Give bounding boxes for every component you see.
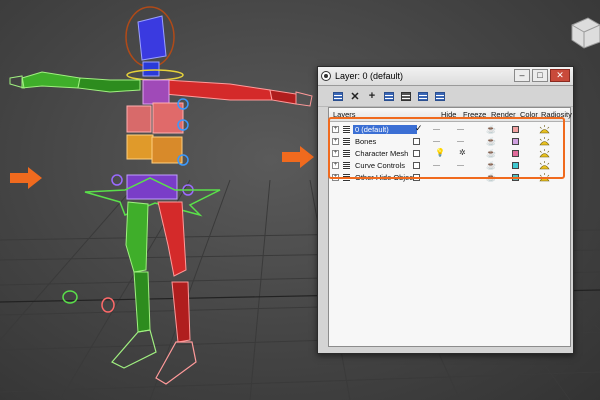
select-objects-icon[interactable] (383, 90, 395, 102)
layer-name[interactable]: Curve Controls (353, 161, 407, 170)
layer-row[interactable]: + Bones — — ☕ (329, 136, 570, 148)
active-layer-checkbox[interactable] (413, 174, 420, 181)
col-layers[interactable]: Layers (333, 110, 356, 119)
highlight-selected-icon[interactable] (400, 90, 412, 102)
dialog-title: Layer: 0 (default) (335, 71, 404, 81)
hide-bulb-icon[interactable]: 💡 (435, 148, 445, 157)
layer-color-swatch[interactable] (512, 150, 519, 157)
radiosity-icon[interactable] (539, 149, 550, 158)
layer-toolbar: ✕ + (318, 86, 573, 107)
active-layer-checkbox[interactable] (413, 162, 420, 169)
hide-toggle-icon[interactable]: — (433, 126, 440, 133)
layer-name[interactable]: 0 (default) (353, 125, 417, 134)
layer-dialog[interactable]: Layer: 0 (default) – □ ✕ ✕ + Layers Hide… (317, 66, 574, 354)
col-color[interactable]: Color (520, 110, 538, 119)
freeze-unfreeze-icon[interactable] (434, 90, 446, 102)
layer-icon (343, 150, 350, 158)
col-hide[interactable]: Hide (441, 110, 456, 119)
render-teapot-icon[interactable]: ☕ (486, 137, 496, 146)
expand-icon[interactable]: + (332, 138, 339, 145)
expand-icon[interactable]: + (332, 126, 339, 133)
layer-name[interactable]: Character Mesh (353, 149, 410, 158)
render-teapot-icon[interactable]: ☕ (486, 161, 496, 170)
active-check-icon[interactable]: ✓ (415, 123, 423, 134)
expand-icon[interactable]: + (332, 150, 339, 157)
freeze-toggle-icon[interactable]: — (457, 162, 464, 169)
layer-color-swatch[interactable] (512, 174, 519, 181)
hide-unhide-icon[interactable] (417, 90, 429, 102)
expand-icon[interactable]: + (332, 174, 339, 181)
restore-button[interactable]: □ (532, 69, 548, 82)
character-rig (9, 6, 313, 385)
left-arrow-icon (10, 167, 42, 189)
layer-icon (343, 174, 350, 182)
col-freeze[interactable]: Freeze (463, 110, 486, 119)
hide-toggle-icon[interactable]: — (433, 138, 440, 145)
expand-icon[interactable]: + (332, 162, 339, 169)
freeze-toggle-icon[interactable]: — (457, 174, 464, 181)
delete-layer-icon[interactable]: ✕ (349, 90, 361, 103)
col-render[interactable]: Render (491, 110, 516, 119)
radiosity-icon[interactable] (539, 137, 550, 146)
minimize-button[interactable]: – (514, 69, 530, 82)
close-button[interactable]: ✕ (550, 69, 570, 82)
render-teapot-icon[interactable]: ☕ (486, 173, 496, 182)
hide-toggle-icon[interactable]: — (433, 162, 440, 169)
layer-rows: + 0 (default) ✓ — — ☕ + Bones — — ☕ + Ch… (329, 123, 570, 184)
layer-icon (343, 126, 350, 134)
layer-row[interactable]: + Curve Controls — — ☕ (329, 160, 570, 172)
layer-row[interactable]: + Other Hide Objects — — ☕ (329, 172, 570, 184)
radiosity-icon[interactable] (539, 161, 550, 170)
add-to-layer-icon[interactable]: + (366, 90, 378, 102)
col-radiosity[interactable]: Radiosity (541, 110, 572, 119)
column-header: Layers Hide Freeze Render Color Radiosit… (329, 108, 572, 122)
layer-name[interactable]: Bones (353, 137, 378, 146)
layer-name[interactable]: Other Hide Objects (353, 173, 421, 182)
active-layer-checkbox[interactable] (413, 150, 420, 157)
dialog-titlebar[interactable]: Layer: 0 (default) – □ ✕ (318, 67, 573, 86)
freeze-toggle-icon[interactable]: — (457, 138, 464, 145)
layer-color-swatch[interactable] (512, 138, 519, 145)
layer-row[interactable]: + 0 (default) ✓ — — ☕ (329, 123, 570, 136)
radiosity-icon[interactable] (539, 173, 550, 182)
hide-toggle-icon[interactable]: — (433, 174, 440, 181)
viewcube-icon[interactable] (571, 17, 600, 49)
layer-color-swatch[interactable] (512, 126, 519, 133)
layer-icon (343, 138, 350, 146)
layer-row[interactable]: + Character Mesh 💡 ✲ ☕ (329, 148, 570, 160)
radiosity-icon[interactable] (539, 125, 550, 134)
layer-color-swatch[interactable] (512, 162, 519, 169)
right-arrow-icon (282, 146, 314, 168)
active-layer-checkbox[interactable] (413, 138, 420, 145)
render-teapot-icon[interactable]: ☕ (486, 149, 496, 158)
app-icon (321, 71, 331, 81)
freeze-snowflake-icon[interactable]: ✲ (459, 148, 466, 157)
layer-icon (343, 162, 350, 170)
create-layer-icon[interactable] (332, 90, 344, 102)
render-teapot-icon[interactable]: ☕ (486, 125, 496, 134)
layers-list[interactable]: Layers Hide Freeze Render Color Radiosit… (328, 107, 572, 347)
freeze-toggle-icon[interactable]: — (457, 126, 464, 133)
